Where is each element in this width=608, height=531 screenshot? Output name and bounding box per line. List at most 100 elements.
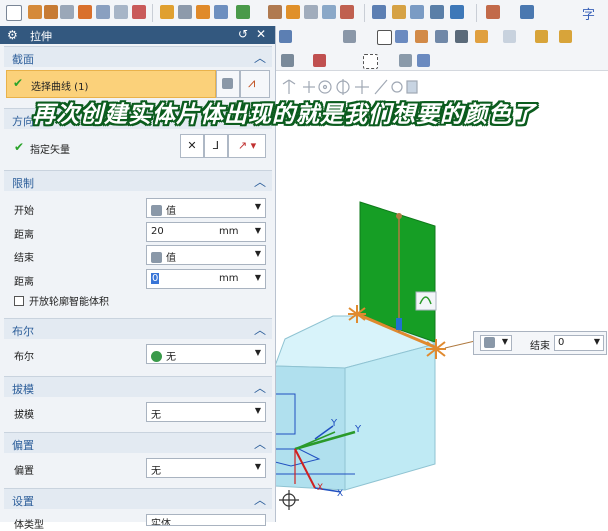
axis-label-y2: Y [354,424,362,435]
boolean-label: 布尔 [14,352,34,363]
unit-label: mm [219,226,239,237]
end-distance-input[interactable]: 0 mm ▼ [146,269,266,289]
select-box-icon[interactable] [363,54,378,69]
draft-icon[interactable] [236,5,250,19]
chevron-up-icon[interactable]: ︿ [254,491,266,508]
dropdown-arrow-icon[interactable]: ▼ [255,273,261,282]
gear-icon[interactable]: ⚙ [7,28,18,42]
filter-icon[interactable] [343,30,356,43]
mirror-icon[interactable] [178,5,192,19]
shade-icon[interactable] [417,54,430,67]
select-curve-row[interactable]: ✔ 选择曲线 (1) [6,70,216,98]
shell-icon[interactable] [60,5,74,19]
section-header-jiemian[interactable]: 截面 ︿ [4,46,272,67]
sew-icon[interactable] [268,5,282,19]
checkbox[interactable] [14,296,24,306]
cylinder-icon[interactable] [78,5,92,19]
zoom-icon[interactable] [503,30,516,43]
boolean-icon [151,351,162,362]
chamfer-icon[interactable] [132,5,146,19]
vector-type-dropdown[interactable]: ↗ ▾ [228,134,266,158]
end-dropdown[interactable]: 值 ▼ [146,245,266,265]
value-type-dropdown[interactable]: ▼ [480,335,512,351]
orient-icon[interactable] [520,5,534,19]
trim-icon[interactable] [214,5,228,19]
hole-icon[interactable] [196,5,210,19]
offset-dropdown[interactable]: 无 ▼ [146,458,266,478]
reverse-icon: ✕ [187,139,197,152]
dropdown-arrow-icon: ▼ [501,337,508,346]
viewport-3d[interactable]: Y Y X X [275,104,608,522]
block-front-face[interactable] [344,343,436,491]
close-icon[interactable]: ✕ [256,27,266,41]
end-value-text: 0 [558,337,565,348]
pattern-icon[interactable] [160,5,174,19]
text-tool-icon[interactable]: 字 [582,4,595,23]
thicken-icon[interactable] [286,5,300,19]
leader-line [444,340,476,349]
table-icon[interactable] [415,30,428,43]
dialog-title: 拉伸 [30,30,52,43]
section-header-bamo[interactable]: 拔模 ︿ [4,376,272,397]
chevron-up-icon[interactable]: ︿ [254,321,266,338]
chevron-up-icon[interactable]: ︿ [254,435,266,452]
axis-label-y1: Y [330,418,338,429]
new-icon[interactable] [6,5,22,21]
reset-icon[interactable]: ↺ [238,27,248,41]
blend-icon[interactable] [114,5,128,19]
snap-icon[interactable] [281,54,294,67]
display-icon[interactable] [399,54,412,67]
start-dropdown[interactable]: 值 ▼ [146,198,266,218]
chevron-up-icon[interactable]: ︿ [254,173,266,190]
end-value-field[interactable]: 0 ▼ [554,335,604,351]
chevron-up-icon[interactable]: ︿ [254,379,266,396]
layer-icon[interactable] [486,5,500,19]
open-icon[interactable] [28,5,42,19]
end-label: 结束 [14,253,34,264]
sheet-icon[interactable] [455,30,468,43]
curve-select-button[interactable]: ⩘ [240,70,270,98]
cube-gold-icon[interactable] [535,30,548,43]
section-header-shezhi[interactable]: 设置 ︿ [4,488,272,509]
section-header-xianzhi[interactable]: 限制 ︿ [4,170,272,191]
sketch-icon[interactable] [279,30,292,43]
vector-dialog-button[interactable]: ⅃ [204,134,228,158]
cube-gold2-icon[interactable] [559,30,572,43]
delete-face-icon[interactable] [340,5,354,19]
chevron-up-icon[interactable]: ︿ [254,49,266,66]
section-header-pianzhi[interactable]: 偏置 ︿ [4,432,272,453]
render-icon[interactable] [430,5,444,19]
section-icon[interactable] [392,5,406,19]
offset-face-icon[interactable] [304,5,318,19]
draft-dropdown[interactable]: 无 ▼ [146,402,266,422]
sphere-icon[interactable] [96,5,110,19]
chart-icon[interactable] [475,30,488,43]
grid-icon[interactable] [395,30,408,43]
check-icon: ✔ [14,140,25,154]
measure-icon[interactable] [372,5,386,19]
boolean-dropdown[interactable]: 无 ▼ [146,344,266,364]
start-distance-input[interactable]: 20 mm ▼ [146,222,266,242]
curve-option-button[interactable] [415,291,437,311]
analysis-icon[interactable] [410,5,424,19]
box-icon[interactable] [44,5,58,19]
snap2-icon[interactable] [313,54,326,67]
dropdown-arrow-icon[interactable]: ▼ [255,226,261,235]
arrow-vector-icon: ↗ ▾ [237,139,257,152]
boolean-value: 无 [166,352,176,363]
drag-arrow[interactable] [396,318,402,330]
view-icon[interactable] [450,5,464,19]
section-header-buer[interactable]: 布尔 ︿ [4,318,272,339]
triangle-icon[interactable] [377,30,392,45]
replace-face-icon[interactable] [322,5,336,19]
open-profile-label: 开放轮廓智能体积 [29,297,109,308]
open-profile-checkbox-row[interactable]: 开放轮廓智能体积 [14,293,109,308]
sketch-section-button[interactable] [216,70,240,98]
section-title: 偏置 [12,439,34,452]
reverse-direction-button[interactable]: ✕ [180,134,204,158]
axis-label-x2: X [337,489,343,499]
calc-icon[interactable] [435,30,448,43]
body-type-dropdown[interactable]: 实体 [146,514,266,526]
handle-dot[interactable] [396,213,402,219]
dropdown-arrow-icon: ▼ [254,348,261,357]
